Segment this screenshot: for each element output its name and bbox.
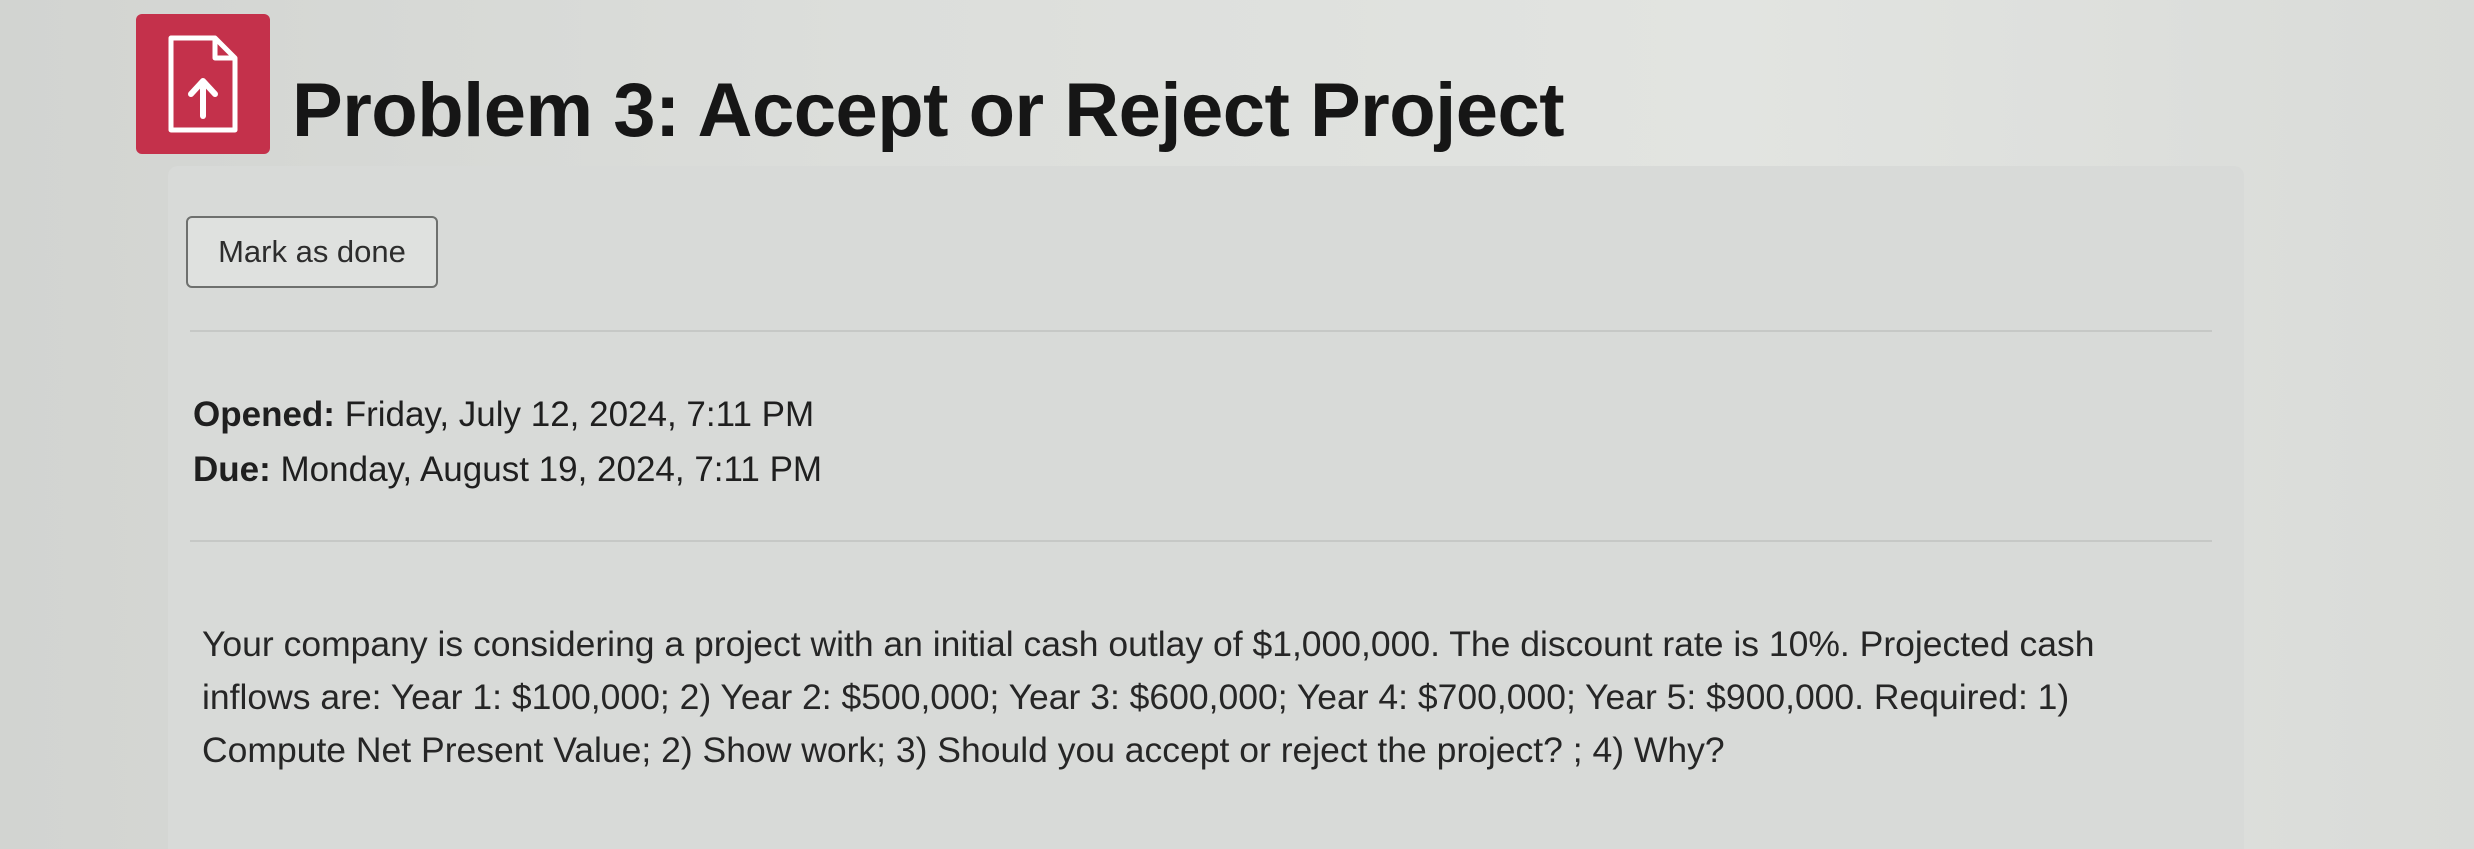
page-title: Problem 3: Accept or Reject Project: [292, 67, 1565, 153]
divider: [190, 330, 2212, 332]
activity-dates: Opened: Friday, July 12, 2024, 7:11 PM D…: [193, 387, 822, 497]
assignment-page: Problem 3: Accept or Reject Project Mark…: [0, 0, 2474, 849]
opened-date-row: Opened: Friday, July 12, 2024, 7:11 PM: [193, 387, 822, 442]
due-label: Due:: [193, 450, 271, 489]
opened-value: Friday, July 12, 2024, 7:11 PM: [344, 395, 815, 434]
activity-info-card: Mark as done Opened: Friday, July 12, 20…: [168, 166, 2244, 849]
opened-label: Opened:: [193, 395, 335, 434]
divider: [190, 540, 2212, 542]
activity-header: Problem 3: Accept or Reject Project: [136, 14, 1565, 154]
due-date-row: Due: Monday, August 19, 2024, 7:11 PM: [193, 442, 822, 497]
due-value: Monday, August 19, 2024, 7:11 PM: [280, 450, 823, 489]
mark-as-done-button[interactable]: Mark as done: [186, 216, 438, 288]
assignment-upload-icon: [136, 14, 270, 154]
document-upload-glyph: [168, 35, 238, 133]
assignment-description: Your company is considering a project wi…: [202, 623, 2095, 770]
